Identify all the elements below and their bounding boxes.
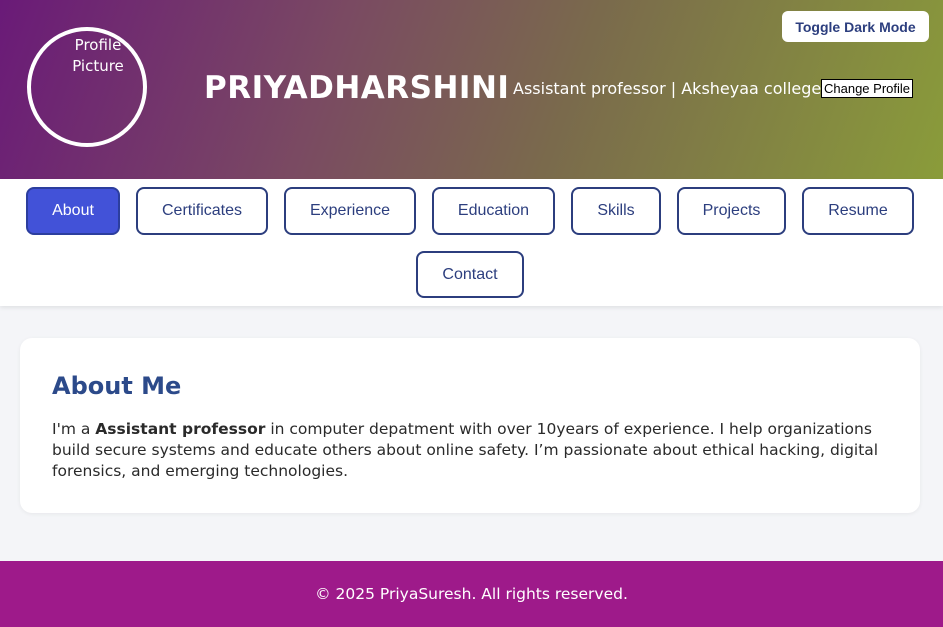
profile-name: PRIYADHARSHINI — [204, 70, 510, 106]
about-card: About Me I'm a Assistant professor in co… — [20, 338, 920, 513]
change-profile-button[interactable]: Change Profile — [821, 79, 913, 98]
tab-education[interactable]: Education — [432, 187, 555, 235]
tab-projects[interactable]: Projects — [677, 187, 786, 235]
copyright-text: © 2025 PriyaSuresh. All rights reserved. — [315, 585, 628, 603]
page-footer: © 2025 PriyaSuresh. All rights reserved. — [0, 561, 943, 627]
profile-picture-alt-text: Profile Picture — [72, 36, 124, 75]
profile-header: Profile Picture PRIYADHARSHINI Assistant… — [0, 0, 943, 179]
tab-certificates[interactable]: Certificates — [136, 187, 268, 235]
profile-role: Assistant professor | Aksheyaa college — [513, 79, 822, 98]
tab-resume[interactable]: Resume — [802, 187, 914, 235]
tab-skills[interactable]: Skills — [571, 187, 661, 235]
tab-about[interactable]: About — [26, 187, 120, 235]
about-description: I'm a Assistant professor in computer de… — [52, 419, 897, 482]
tab-experience[interactable]: Experience — [284, 187, 416, 235]
section-nav: About Certificates Experience Education … — [0, 179, 943, 306]
toggle-dark-mode-button[interactable]: Toggle Dark Mode — [782, 11, 929, 42]
tab-contact[interactable]: Contact — [416, 251, 524, 298]
profile-picture: Profile Picture — [27, 27, 147, 147]
about-title: About Me — [52, 372, 182, 400]
about-role-highlight: Assistant professor — [95, 420, 266, 438]
about-text-prefix: I'm a — [52, 420, 96, 438]
